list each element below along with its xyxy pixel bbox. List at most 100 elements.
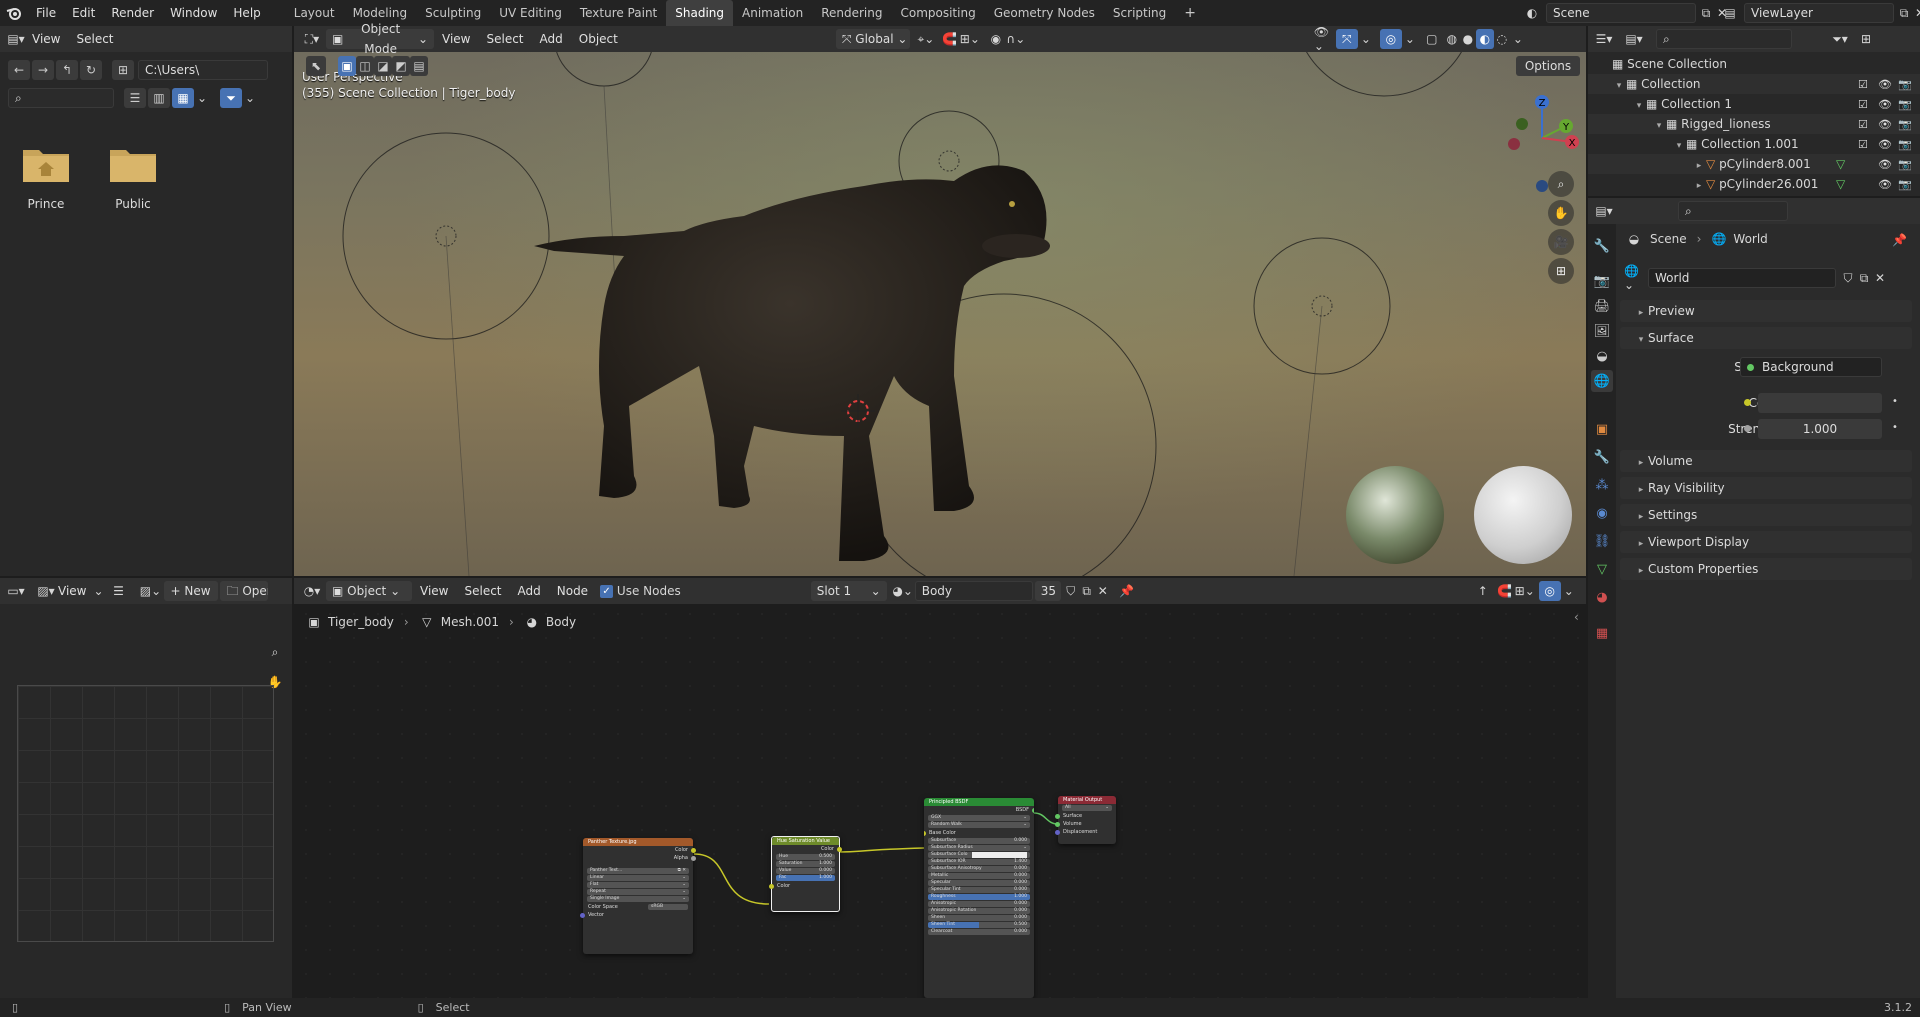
viewlayer-icon[interactable]: ▤: [1722, 5, 1738, 21]
outliner-type-icon[interactable]: ☰▾: [1596, 31, 1613, 47]
scene-name-field[interactable]: Scene: [1546, 3, 1696, 23]
node-field[interactable]: Anisotropic 0.000: [928, 901, 1030, 907]
color-socket-icon[interactable]: [1744, 399, 1751, 406]
outliner-filter-icon[interactable]: ⏷▾: [1832, 31, 1848, 47]
new-folder-icon[interactable]: ⊞: [112, 60, 134, 80]
proportional-edit-icon[interactable]: ◉: [988, 31, 1004, 47]
panel-volume[interactable]: ▸ Volume: [1620, 450, 1912, 472]
visibility-eye-icon[interactable]: 👁: [1878, 138, 1892, 151]
tool-tab-icon[interactable]: 🔧: [1591, 235, 1613, 257]
node-dropdown[interactable]: Flat ⌄: [587, 882, 689, 888]
back-icon[interactable]: ←: [8, 60, 30, 80]
color-swatch[interactable]: [1758, 393, 1882, 413]
panel-custom-properties[interactable]: ▸ Custom Properties: [1620, 558, 1912, 580]
node-dropdown[interactable]: GGX ⌄: [928, 815, 1030, 821]
camera-view-icon[interactable]: 🎥: [1548, 229, 1574, 255]
visibility-eye-icon[interactable]: 👁: [1878, 178, 1892, 191]
object-tab-icon[interactable]: ▣: [1591, 418, 1613, 440]
editor-type-icon[interactable]: ▤▾: [7, 31, 24, 47]
fb-search-input[interactable]: ⌕: [8, 88, 114, 108]
node-field[interactable]: Sheen Tint 0.500: [928, 922, 1030, 928]
options-button[interactable]: Options: [1516, 56, 1580, 76]
scene-tab-icon[interactable]: ◒: [1591, 345, 1613, 367]
node-field[interactable]: Subsurface IOR 1.400: [928, 859, 1030, 865]
vp-menu-add[interactable]: Add: [532, 26, 571, 52]
gizmo-dropdown-icon[interactable]: ⌄: [1358, 31, 1374, 47]
node-field[interactable]: Subsurface Radius ⌄: [928, 845, 1030, 851]
node-input-color[interactable]: Color: [769, 882, 839, 890]
panel-settings[interactable]: ▸ Settings: [1620, 504, 1912, 526]
render-camera-icon[interactable]: 📷: [1898, 178, 1912, 191]
world-fake-user-icon[interactable]: ⛉: [1840, 270, 1856, 286]
tab-shading[interactable]: Shading: [666, 0, 733, 26]
node-input-surface[interactable]: Surface: [1055, 812, 1116, 820]
select-extend-icon[interactable]: ◫: [356, 56, 374, 76]
shading-wireframe-icon[interactable]: ◍: [1444, 31, 1460, 47]
mesh-data-tab-icon[interactable]: ▽: [1591, 558, 1613, 580]
uv-grid[interactable]: [17, 685, 274, 942]
display-dropdown-icon[interactable]: ⌄: [194, 90, 210, 106]
panel-surface[interactable]: ▾ Surface: [1620, 327, 1912, 349]
pan-hand-icon[interactable]: ✋: [1548, 200, 1574, 226]
render-camera-icon[interactable]: 📷: [1898, 158, 1912, 171]
exclude-checkbox-icon[interactable]: ☑: [1858, 98, 1868, 111]
exclude-checkbox-icon[interactable]: ☑: [1858, 78, 1868, 91]
menu-edit[interactable]: Edit: [64, 0, 103, 26]
gizmo-toggle-icon[interactable]: ⤧: [1335, 29, 1358, 49]
horizontal-list-icon[interactable]: ▥: [148, 88, 170, 108]
physics-tab-icon[interactable]: ◉: [1591, 502, 1613, 524]
properties-search-input[interactable]: ⌕: [1678, 201, 1788, 221]
snap-target-icon[interactable]: ⊞⌄: [960, 31, 980, 47]
image-mode-icon[interactable]: ▨▾: [37, 583, 54, 599]
texture-tab-icon[interactable]: ▦: [1591, 622, 1613, 644]
tab-texture-paint[interactable]: Texture Paint: [571, 0, 666, 26]
select-intersect-icon[interactable]: ▤: [410, 56, 428, 76]
new-collection-icon[interactable]: ⊞: [1858, 31, 1874, 47]
visibility-eye-icon[interactable]: 👁: [1878, 98, 1892, 111]
world-unlink-icon[interactable]: ✕: [1872, 270, 1888, 286]
strength-field[interactable]: 1.000: [1758, 419, 1882, 439]
exclude-checkbox-icon[interactable]: ☑: [1858, 138, 1868, 151]
new-viewlayer-icon[interactable]: ⧉: [1896, 5, 1912, 21]
keyframe-dot-icon[interactable]: •: [1892, 396, 1898, 407]
node-field-saturation[interactable]: Saturation 1.000: [776, 861, 835, 867]
folder-item[interactable]: Public: [107, 144, 159, 211]
panther-model[interactable]: [534, 136, 1054, 576]
image-texture-node[interactable]: Panther Texture.jpg Color Alpha Panther …: [580, 838, 696, 954]
properties-pin-icon[interactable]: 📌: [1892, 233, 1907, 247]
render-camera-icon[interactable]: 📷: [1898, 98, 1912, 111]
panel-ray-visibility[interactable]: ▸ Ray Visibility: [1620, 477, 1912, 499]
particles-tab-icon[interactable]: ⁂: [1591, 474, 1613, 496]
menu-render[interactable]: Render: [103, 0, 162, 26]
select-subtract-icon[interactable]: ◪: [374, 56, 392, 76]
thumbnails-icon[interactable]: ▦: [172, 88, 194, 108]
mode-dropdown[interactable]: ▣ Object Mode ⌄: [326, 22, 434, 56]
hamburger-menu-icon[interactable]: ☰: [110, 583, 126, 599]
tab-compositing[interactable]: Compositing: [891, 0, 984, 26]
node-field-hue[interactable]: Hue 0.500: [776, 854, 835, 860]
orientation-dropdown[interactable]: ⤧ Global ⌄: [835, 29, 910, 49]
world-name-field[interactable]: World: [1648, 268, 1836, 288]
material-output-node[interactable]: Material Output All ⌄ Surface Volume Disp…: [1055, 796, 1116, 844]
panel-preview[interactable]: ▸ Preview: [1620, 300, 1912, 322]
node-field[interactable]: Roughness 1.000: [928, 894, 1030, 900]
principled-bsdf-node[interactable]: Principled BSDF BSDF GGX ⌄ Random Walk ⌄ B…: [924, 798, 1034, 998]
output-tab-icon[interactable]: 🖨: [1591, 295, 1613, 317]
render-camera-icon[interactable]: 📷: [1898, 78, 1912, 91]
xray-icon[interactable]: ▢: [1424, 31, 1440, 47]
path-field[interactable]: C:\Users\: [138, 60, 268, 80]
visibility-eye-icon[interactable]: 👁: [1878, 158, 1892, 171]
snap-icon[interactable]: 🧲: [942, 31, 958, 47]
viewlayer-name-field[interactable]: ViewLayer: [1744, 3, 1894, 23]
ie-menu-view[interactable]: View: [54, 578, 90, 604]
node-output-color[interactable]: Color: [583, 846, 696, 854]
browse-image-icon[interactable]: ▨⌄: [140, 583, 161, 599]
pivot-icon[interactable]: ⌖⌄: [917, 31, 934, 47]
tab-uv-editing[interactable]: UV Editing: [490, 0, 571, 26]
node-dropdown[interactable]: Repeat ⌄: [587, 889, 689, 895]
display-mode-icon[interactable]: ▤▾: [1625, 31, 1642, 47]
node-input-volume[interactable]: Volume: [1055, 820, 1116, 828]
shading-rendered-icon[interactable]: ◌: [1494, 31, 1510, 47]
fb-menu-select[interactable]: Select: [68, 26, 121, 52]
node-field[interactable]: Sheen 0.000: [928, 915, 1030, 921]
